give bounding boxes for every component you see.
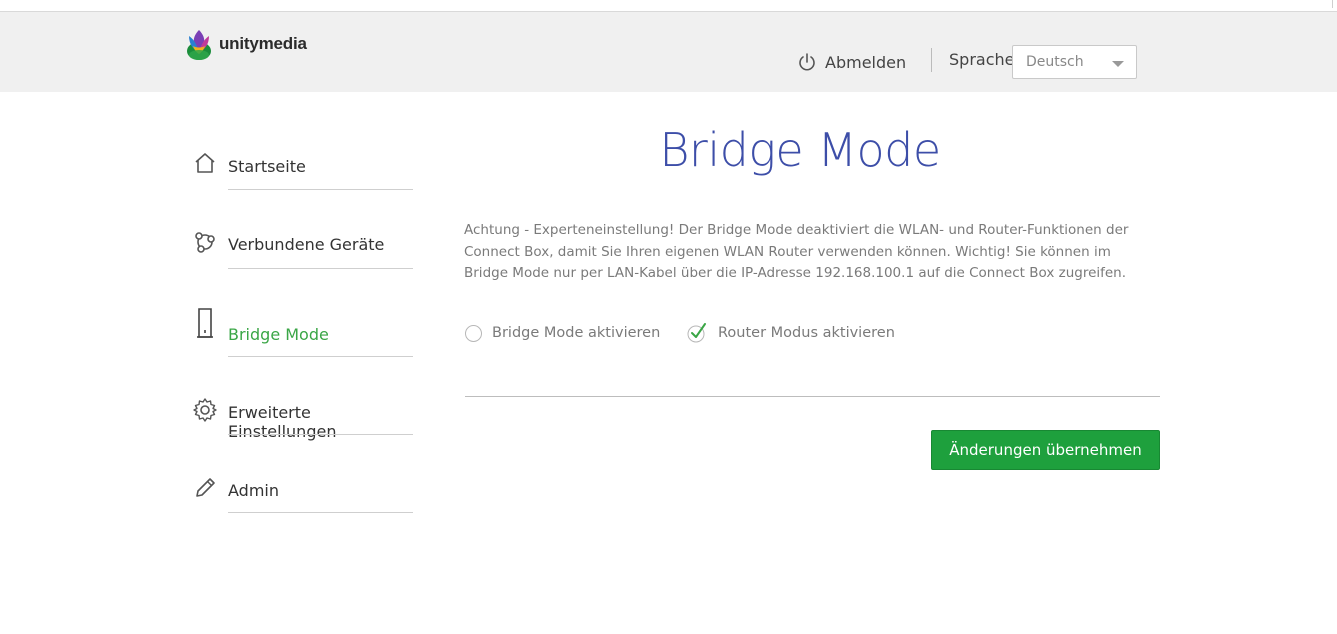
pencil-icon <box>190 473 220 503</box>
language-selected-value: Deutsch <box>1026 54 1084 70</box>
language-label: Sprache <box>949 50 1015 69</box>
unitymedia-logo-icon <box>187 30 211 60</box>
radio-unchecked-icon[interactable] <box>465 324 482 342</box>
logo[interactable]: unitymedia <box>183 26 307 62</box>
sidebar-item-erweiterte-einstellungen[interactable]: Erweiterte Einstellungen <box>190 394 420 444</box>
sidebar-item-startseite[interactable]: Startseite <box>190 148 420 198</box>
sidebar-item-label: Bridge Mode <box>228 325 329 344</box>
router-mode-option[interactable]: Router Modus aktivieren <box>686 318 895 348</box>
header-divider <box>931 48 932 72</box>
router-icon <box>190 308 220 338</box>
devices-icon <box>190 227 220 257</box>
nav-divider <box>228 189 413 190</box>
radio-checked-icon[interactable] <box>686 322 708 344</box>
logo-text: unitymedia <box>219 34 307 53</box>
nav-divider <box>228 268 413 269</box>
browser-top-strip <box>0 0 1337 12</box>
logout-label: Abmelden <box>825 52 907 72</box>
content-divider <box>465 396 1160 397</box>
router-mode-option-label: Router Modus aktivieren <box>718 325 895 341</box>
sidebar-item-label: Verbundene Geräte <box>228 235 385 254</box>
nav-divider <box>228 356 413 357</box>
apply-changes-button[interactable]: Änderungen übernehmen <box>931 430 1160 470</box>
nav-divider <box>228 434 413 435</box>
sidebar-item-label: Erweiterte Einstellungen <box>228 403 337 441</box>
nav-divider <box>228 512 413 513</box>
home-icon <box>190 148 220 178</box>
description-text: Achtung - Experteneinstellung! Der Bridg… <box>464 222 1129 281</box>
chevron-down-icon <box>1112 61 1124 67</box>
bridge-mode-option[interactable]: Bridge Mode aktivieren <box>465 318 660 348</box>
page-title: Bridge Mode <box>659 123 941 177</box>
sidebar-item-label: Startseite <box>228 157 306 176</box>
gear-icon <box>190 395 220 425</box>
bridge-mode-option-label: Bridge Mode aktivieren <box>492 325 661 341</box>
sidebar-item-verbundene-geraete[interactable]: Verbundene Geräte <box>190 226 420 276</box>
power-icon <box>799 53 815 71</box>
sidebar-item-bridge-mode[interactable]: Bridge Mode <box>190 308 420 358</box>
sidebar-item-admin[interactable]: Admin <box>190 472 420 522</box>
logout-button[interactable]: Abmelden <box>797 50 906 74</box>
sidebar-item-label: Admin <box>228 481 279 500</box>
language-select[interactable]: Deutsch <box>1012 45 1137 79</box>
